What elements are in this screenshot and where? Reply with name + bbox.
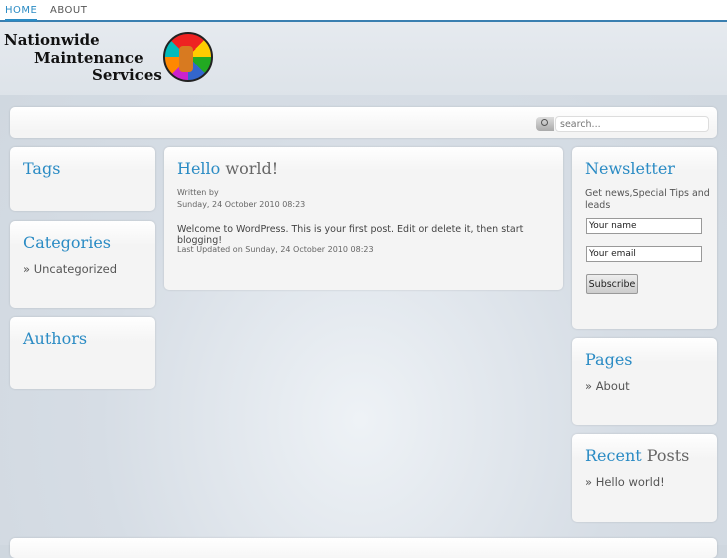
authors-widget: Authors	[10, 317, 155, 389]
tags-widget: Tags	[10, 147, 155, 211]
footer-panel	[10, 538, 717, 558]
post-date: Sunday, 24 October 2010 08:23	[177, 200, 306, 209]
email-field[interactable]	[586, 246, 702, 262]
search-bar	[10, 107, 717, 138]
name-field[interactable]	[586, 218, 702, 234]
logo-line2[interactable]: Maintenance	[34, 49, 144, 67]
category-link[interactable]: » Uncategorized	[23, 262, 117, 276]
categories-title: Categories	[23, 233, 111, 252]
pages-widget: Pages » About	[572, 338, 717, 425]
page-link-about[interactable]: » About	[585, 379, 630, 393]
logo-line3[interactable]: Services	[92, 66, 162, 84]
recent-title-rest: Posts	[646, 446, 690, 465]
recent-post-link[interactable]: » Hello world!	[585, 475, 665, 489]
logo-emblem-icon	[163, 32, 213, 82]
recent-posts-title: Recent Posts	[585, 446, 689, 465]
pages-title: Pages	[585, 350, 633, 369]
nav-about[interactable]: ABOUT	[50, 5, 87, 16]
newsletter-title: Newsletter	[585, 159, 675, 178]
post-title-first: Hello	[177, 159, 221, 178]
top-nav: HOME ABOUT	[0, 0, 727, 22]
newsletter-desc: Get news,Special Tips and leads	[585, 188, 710, 211]
subscribe-button[interactable]: Subscribe	[586, 274, 638, 294]
post-updated: Last Updated on Sunday, 24 October 2010 …	[177, 245, 374, 254]
newsletter-widget: Newsletter Get news,Special Tips and lea…	[572, 147, 717, 329]
post-title-rest: world!	[225, 159, 279, 178]
recent-posts-widget: Recent Posts » Hello world!	[572, 434, 717, 522]
post-author: Written by	[177, 188, 219, 197]
post: Hello world! Written by Sunday, 24 Octob…	[164, 147, 563, 290]
search-icon[interactable]	[536, 117, 554, 131]
logo-line1[interactable]: Nationwide	[4, 31, 100, 49]
categories-widget: Categories » Uncategorized	[10, 221, 155, 308]
tags-title: Tags	[23, 159, 61, 178]
nav-home[interactable]: HOME	[5, 5, 38, 21]
post-title[interactable]: Hello world!	[177, 159, 278, 178]
recent-title-first: Recent	[585, 446, 642, 465]
search-input[interactable]	[555, 116, 709, 132]
authors-title: Authors	[23, 329, 88, 348]
post-body: Welcome to WordPress. This is your first…	[177, 224, 524, 246]
